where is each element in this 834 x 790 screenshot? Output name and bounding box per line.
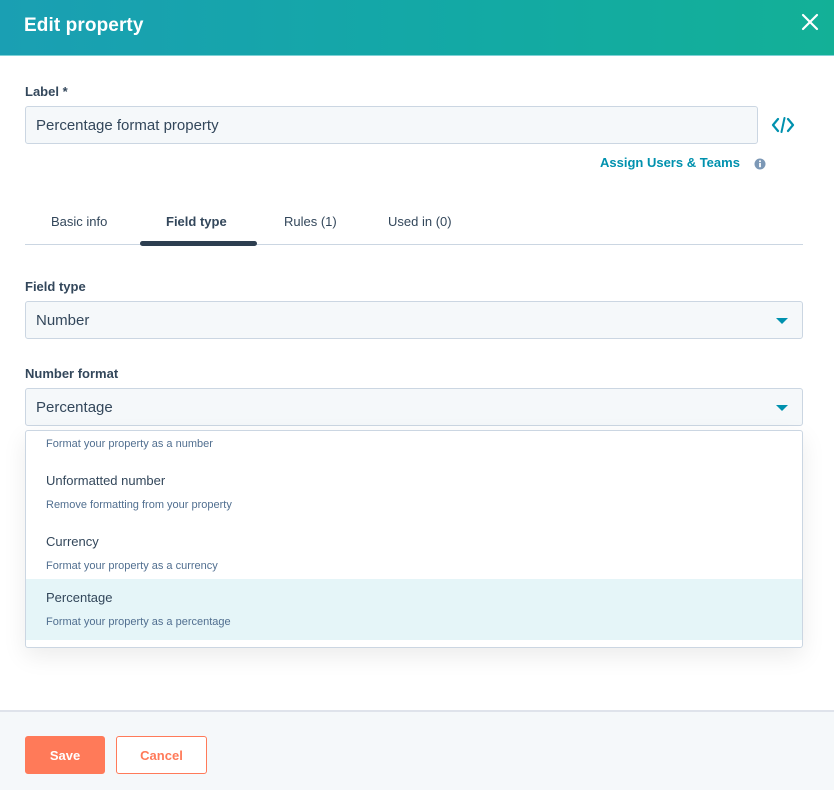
edit-property-dialog: Edit property Label * Assign Users & Tea… xyxy=(0,0,834,790)
tab-bar: Basic info Field type Rules (1) Used in … xyxy=(25,212,803,246)
field-type-select[interactable]: Number xyxy=(25,301,803,339)
caret-down-icon xyxy=(776,405,788,411)
option-description: Format your property as a number xyxy=(46,438,213,450)
tab-field-type[interactable]: Field type xyxy=(166,214,227,243)
field-type-value: Number xyxy=(36,312,90,329)
option-description: Format your property as a currency xyxy=(46,560,218,572)
number-format-select[interactable]: Percentage xyxy=(25,388,803,426)
label-input[interactable] xyxy=(25,106,758,144)
caret-down-icon xyxy=(776,318,788,324)
number-format-dropdown-menu[interactable]: Formatted number Format your property as… xyxy=(25,430,803,648)
close-button[interactable] xyxy=(798,10,822,34)
code-icon xyxy=(771,117,795,133)
assign-users-teams-link[interactable]: Assign Users & Teams xyxy=(600,155,740,170)
tab-used-in[interactable]: Used in (0) xyxy=(388,214,452,243)
label-field-label: Label * xyxy=(25,84,68,99)
option-description: Remove formatting from your property xyxy=(46,499,232,511)
option-title: Unformatted number xyxy=(46,473,166,488)
option-title: Currency xyxy=(46,534,99,549)
field-type-label: Field type xyxy=(25,279,86,294)
cancel-button[interactable]: Cancel xyxy=(116,736,207,774)
save-button[interactable]: Save xyxy=(25,736,105,774)
number-format-label: Number format xyxy=(25,366,119,381)
internal-name-button[interactable] xyxy=(770,114,796,136)
option-title: Percentage xyxy=(46,590,113,605)
tab-basic-info[interactable]: Basic info xyxy=(51,214,107,243)
active-tab-indicator xyxy=(140,241,257,246)
dialog-header: Edit property xyxy=(0,0,834,56)
info-icon[interactable] xyxy=(754,157,766,170)
option-formatted-number[interactable]: Formatted number Format your property as… xyxy=(26,431,802,462)
number-format-value: Percentage xyxy=(36,399,113,416)
option-percentage[interactable]: Percentage Format your property as a per… xyxy=(26,579,802,640)
dialog-footer: Save Cancel xyxy=(0,710,834,790)
close-icon xyxy=(801,13,819,31)
option-unformatted-number[interactable]: Unformatted number Remove formatting fro… xyxy=(26,462,802,523)
tab-rules[interactable]: Rules (1) xyxy=(284,214,337,243)
dialog-title: Edit property xyxy=(24,15,144,36)
option-description: Format your property as a percentage xyxy=(46,616,231,628)
option-currency[interactable]: Currency Format your property as a curre… xyxy=(26,523,802,584)
